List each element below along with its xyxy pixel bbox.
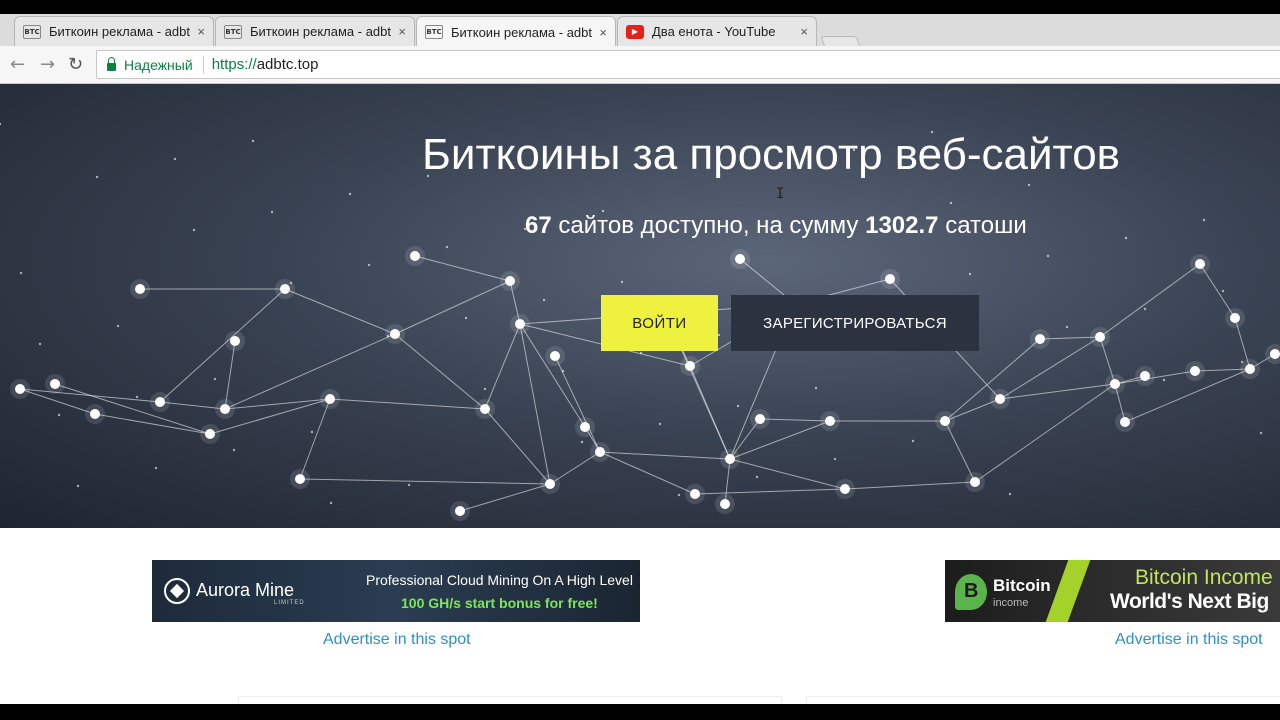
bitcoin-income-logo-icon (955, 574, 987, 610)
divider (202, 55, 204, 74)
address-bar[interactable]: Надежный https:// adbtc.top (96, 50, 1280, 79)
hero-section: Биткоины за просмотр веб-сайтов 67 сайто… (0, 84, 1280, 528)
sites-count: 67 (525, 212, 552, 239)
back-arrow-icon[interactable]: ← (10, 54, 25, 75)
lock-icon (107, 56, 116, 71)
text-cursor-icon: I (776, 186, 785, 202)
browser-tab-4[interactable]: ▶ Два енота - YouTube × (617, 16, 817, 46)
url-host: adbtc.top (256, 56, 319, 73)
ad-headline: Bitcoin Income (1135, 566, 1273, 589)
register-button[interactable]: ЗАРЕГИСТРИРОВАТЬСЯ (731, 295, 979, 351)
bitcoin-income-banner[interactable]: Bitcoin income Bitcoin Income World's Ne… (945, 560, 1280, 622)
sites-text: сайтов доступно, на сумму (558, 212, 859, 239)
tab-strip: BTC Биткоин реклама - adbt × BTC Биткоин… (0, 14, 1280, 56)
ad-brand-sub: LIMITED (274, 600, 305, 606)
ad-headline-2: World's Next Big (1110, 590, 1269, 613)
ad-brand: Aurora Mine (196, 580, 295, 600)
btc-favicon-icon: BTC (23, 24, 41, 39)
tab-title: Биткоин реклама - adbt (451, 24, 592, 40)
ad-bonus: 100 GH/s start bonus for free! (401, 595, 598, 611)
tab-title: Биткоин реклама - adbt (49, 24, 190, 39)
tab-title: Два енота - YouTube (652, 24, 776, 39)
content-card (238, 696, 782, 704)
satoshi-amount: 1302.7 (865, 212, 939, 239)
ad-stripe (1045, 560, 1091, 622)
satoshi-unit: сатоши (945, 212, 1027, 239)
browser-tab-1[interactable]: BTC Биткоин реклама - adbt × (14, 16, 214, 46)
btc-favicon-icon: BTC (425, 25, 443, 39)
tab-close-icon[interactable]: × (599, 25, 607, 40)
ad-brand: Bitcoin (993, 576, 1051, 595)
youtube-icon: ▶ (626, 24, 644, 39)
content-section: Aurora Mine LIMITED Professional Cloud M… (0, 528, 1280, 704)
ad-headline: Professional Cloud Mining On A High Leve… (366, 572, 633, 588)
bottom-black-bar (0, 704, 1280, 720)
aurora-logo-icon (164, 578, 190, 604)
browser-tab-3-active[interactable]: BTC Биткоин реклама - adbt × (416, 16, 616, 47)
aurora-mine-banner[interactable]: Aurora Mine LIMITED Professional Cloud M… (152, 560, 640, 622)
tab-close-icon[interactable]: × (197, 24, 205, 39)
advertise-link-right[interactable]: Advertise in this spot (1115, 631, 1263, 649)
url-scheme: https:// (211, 56, 257, 73)
advertise-link-left[interactable]: Advertise in this spot (323, 631, 471, 649)
ad-brand-sub: income (993, 597, 1029, 609)
tab-close-icon[interactable]: × (800, 24, 808, 39)
content-card (806, 696, 1280, 704)
browser-tab-2[interactable]: BTC Биткоин реклама - adbt × (215, 16, 415, 46)
page-title: Биткоины за просмотр веб-сайтов (422, 130, 1121, 179)
sites-summary: 67 сайтов доступно, на сумму 1302.7 сато… (525, 212, 1027, 240)
top-black-bar (0, 0, 1280, 14)
browser-toolbar: ← → ↻ Надежный https:// adbtc.top (0, 46, 1280, 84)
security-label: Надежный (124, 56, 193, 73)
btc-favicon-icon: BTC (224, 24, 242, 39)
reload-icon[interactable]: ↻ (68, 54, 83, 75)
forward-arrow-icon[interactable]: → (40, 54, 55, 75)
tab-close-icon[interactable]: × (398, 24, 406, 39)
tab-title: Биткоин реклама - adbt (250, 24, 391, 39)
login-button[interactable]: ВОЙТИ (601, 295, 718, 351)
